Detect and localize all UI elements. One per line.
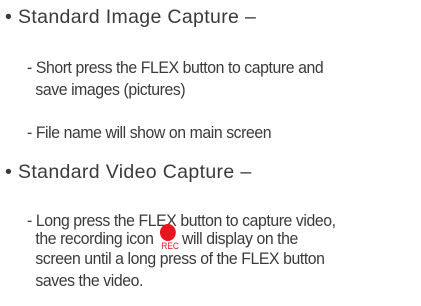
rec-icon: REC (158, 224, 179, 251)
video-capture-item-line-3: screen until a long press of the FLEX bu… (35, 249, 325, 268)
video-capture-title: Standard Video Capture – (18, 161, 252, 183)
image-capture-item-1-line-2: save images (pictures) (35, 80, 186, 99)
video-capture-item-line-2-before: the recording icon (35, 229, 154, 248)
bullet: • (5, 161, 13, 183)
video-capture-item-line-2: the recording icon REC will display on t… (27, 224, 298, 251)
image-capture-item-1-line-1: - Short press the FLEX button to capture… (27, 58, 324, 77)
rec-dot-icon (160, 224, 177, 241)
image-capture-item-2: - File name will show on main screen (27, 123, 272, 142)
video-capture-item-line-4: saves the video. (35, 271, 143, 290)
image-capture-heading: • Standard Image Capture – (5, 5, 256, 29)
image-capture-title: Standard Image Capture – (18, 6, 257, 28)
video-capture-item-line-2-after: will display on the (181, 229, 298, 248)
video-capture-heading: • Standard Video Capture – (5, 160, 252, 184)
bullet: • (5, 6, 13, 28)
